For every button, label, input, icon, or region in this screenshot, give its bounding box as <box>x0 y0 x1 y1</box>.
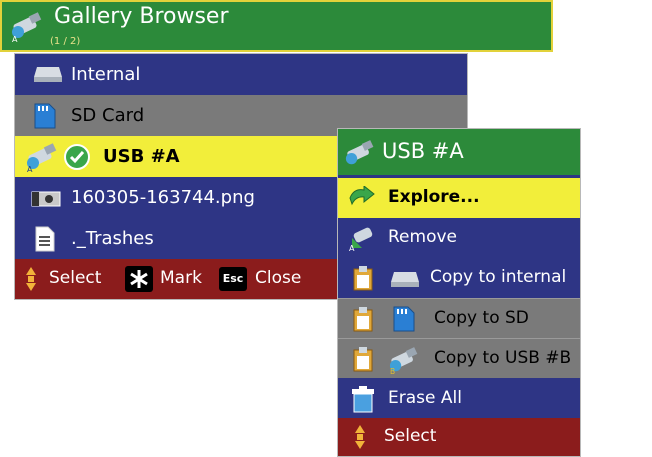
esc-key-icon: Esc <box>219 267 247 291</box>
clipboard-icon <box>353 266 373 291</box>
usb-drive-icon: A <box>27 143 57 173</box>
svg-text:A: A <box>27 165 33 173</box>
list-item-internal[interactable]: Internal <box>15 54 467 95</box>
list-item-label: USB #A <box>103 146 180 167</box>
explore-arrow-icon <box>349 186 375 206</box>
usb-drive-icon: A <box>12 12 42 44</box>
popup-title: USB #A <box>382 139 464 163</box>
menu-item-label: Copy to SD <box>434 308 529 328</box>
page-indicator: (1 / 2) <box>50 36 81 47</box>
mark-key-icon <box>125 266 153 292</box>
menu-item-copy-usb-b[interactable]: B Copy to USB #B <box>338 338 580 378</box>
remove-usb-icon: A <box>349 227 373 252</box>
list-item-label: 160305-163744.png <box>71 187 255 208</box>
list-item-label: Internal <box>71 64 141 85</box>
menu-item-label: Copy to USB #B <box>434 348 572 368</box>
camera-image-icon <box>31 191 61 207</box>
popup-status-bar: Select <box>338 418 580 456</box>
document-icon <box>35 226 55 252</box>
menu-item-explore[interactable]: Explore... <box>338 178 580 218</box>
menu-item-remove[interactable]: A Remove <box>338 218 580 258</box>
status-select-label: Select <box>384 426 437 446</box>
usb-drive-icon <box>345 140 374 165</box>
menu-item-label: Erase All <box>388 388 462 408</box>
window-title: Gallery Browser <box>54 4 229 29</box>
menu-item-label: Copy to internal <box>430 267 567 287</box>
menu-item-label: Explore... <box>388 187 480 207</box>
internal-drive-icon <box>391 272 419 287</box>
usb-context-menu: USB #A Explore... A Remove Copy to inter… <box>337 128 581 457</box>
list-item-label: ._Trashes <box>71 228 154 249</box>
sd-card-icon <box>393 306 415 332</box>
clipboard-icon <box>353 347 373 372</box>
updown-arrows-icon <box>26 267 36 291</box>
list-item-label: SD Card <box>71 105 145 126</box>
check-circle-icon <box>64 144 90 170</box>
svg-text:A: A <box>349 244 355 252</box>
clipboard-icon <box>353 307 373 332</box>
status-mark-label: Mark <box>160 268 202 288</box>
trash-icon <box>352 386 374 413</box>
svg-text:B: B <box>390 367 395 375</box>
updown-arrows-icon <box>355 425 365 449</box>
usb-drive-icon: B <box>389 347 418 375</box>
menu-item-erase-all[interactable]: Erase All <box>338 379 580 419</box>
title-bar: A Gallery Browser (1 / 2) <box>0 0 553 52</box>
internal-drive-icon <box>34 67 62 82</box>
menu-item-copy-sd[interactable]: Copy to SD <box>338 298 580 338</box>
menu-item-copy-internal[interactable]: Copy to internal <box>338 258 580 298</box>
popup-header: USB #A <box>338 129 580 175</box>
menu-item-label: Remove <box>388 227 457 247</box>
sd-card-icon <box>34 103 56 129</box>
status-select-label: Select <box>49 268 102 288</box>
status-close-label: Close <box>255 268 302 288</box>
svg-text:A: A <box>12 35 18 44</box>
